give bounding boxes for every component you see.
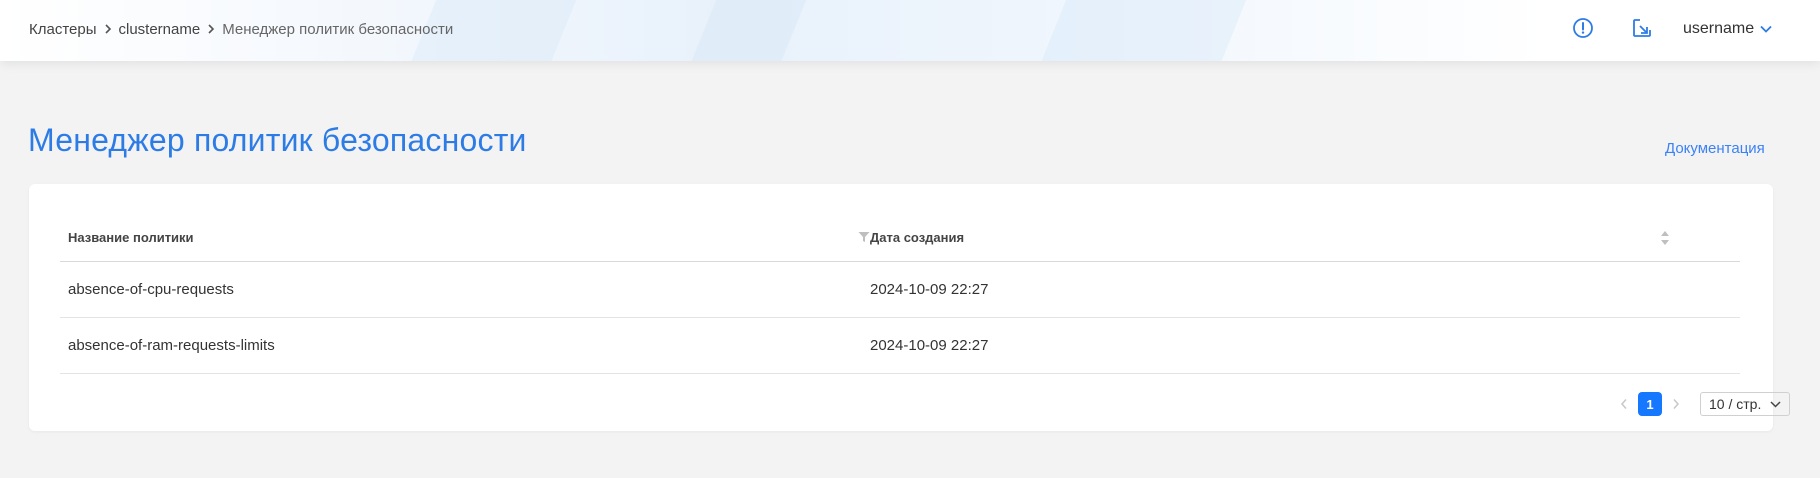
policy-created: 2024-10-09 22:27 (870, 281, 989, 298)
column-header-date[interactable]: Дата создания (870, 214, 1740, 261)
table-row[interactable]: absence-of-cpu-requests 2024-10-09 22:27 (60, 262, 1740, 318)
chevron-down-icon (1770, 400, 1781, 408)
page-size-select[interactable]: 10 / стр. (1700, 392, 1790, 416)
policy-name: absence-of-cpu-requests (68, 281, 234, 298)
breadcrumb-current: Менеджер политик безопасности (222, 20, 454, 38)
username-label: username (1683, 20, 1755, 37)
chevron-right-icon (200, 23, 222, 35)
filter-icon[interactable] (858, 231, 870, 246)
column-header-date-label: Дата создания (870, 230, 965, 245)
next-page-icon[interactable] (1664, 392, 1688, 416)
sort-icon[interactable] (1660, 230, 1670, 249)
page-button-current[interactable]: 1 (1638, 392, 1662, 416)
header-decoration (667, 0, 823, 61)
user-menu[interactable]: username (1683, 17, 1772, 41)
column-header-name-label: Название политики (68, 230, 194, 245)
policy-name: absence-of-ram-requests-limits (68, 337, 275, 354)
policies-table: Название политики Дата создания absence-… (60, 214, 1740, 374)
table-header: Название политики Дата создания (60, 214, 1740, 262)
header-decoration (1017, 0, 1263, 61)
chevron-right-icon (97, 23, 119, 35)
breadcrumb: Кластеры clustername Менеджер политик бе… (29, 19, 453, 39)
column-header-name: Название политики (60, 214, 870, 261)
page-size-value: 10 / стр. (1709, 396, 1762, 412)
breadcrumb-cluster[interactable]: clustername (119, 21, 201, 38)
prev-page-icon[interactable] (1612, 392, 1636, 416)
chevron-down-icon (1760, 25, 1772, 33)
policies-card: Название политики Дата создания absence-… (29, 184, 1790, 431)
logout-icon[interactable] (1627, 13, 1657, 43)
pagination: 1 10 / стр. (1612, 392, 1790, 416)
documentation-link[interactable]: Документация (1665, 140, 1765, 157)
table-row[interactable]: absence-of-ram-requests-limits 2024-10-0… (60, 318, 1740, 374)
alert-circle-icon[interactable] (1568, 13, 1598, 43)
top-bar: Кластеры clustername Менеджер политик бе… (0, 0, 1820, 61)
breadcrumb-clusters[interactable]: Кластеры (29, 21, 97, 38)
policy-created: 2024-10-09 22:27 (870, 337, 989, 354)
page-title: Менеджер политик безопасности (28, 122, 527, 158)
